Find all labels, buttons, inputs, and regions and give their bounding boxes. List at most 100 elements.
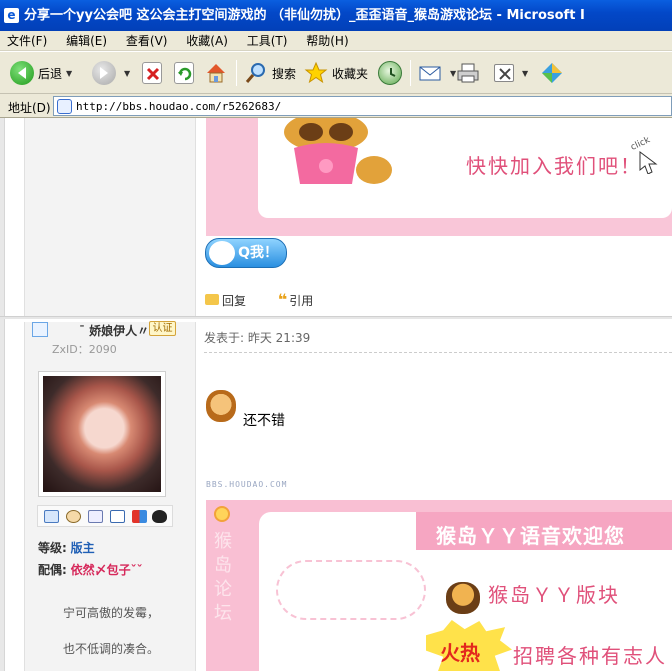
toolbar-separator (236, 60, 237, 86)
qq-penguin-icon (209, 241, 235, 265)
menu-favorites[interactable]: 收藏(A) (179, 31, 236, 51)
printer-icon (456, 61, 480, 85)
reply-icon (205, 294, 219, 305)
page-content: 快快加入我们吧！ click Q我！ 回复 ❝ 引用 ¯ 娇娘伊人〃 认证 ZxI… (0, 118, 672, 671)
mail-button[interactable]: ▼ (418, 58, 456, 88)
address-input[interactable]: http://bbs.houdao.com/r5262683/ (53, 96, 672, 116)
signature-line1: 宁可高傲的发霉， (63, 606, 160, 620)
add-friend-icon[interactable] (66, 510, 81, 523)
post2-zxid: ZxID：2090 (52, 343, 117, 356)
user-grade: 等级: 版主 (38, 539, 95, 556)
back-dropdown-icon[interactable]: ▼ (66, 69, 72, 78)
history-button[interactable] (378, 58, 406, 88)
edit-button[interactable]: ▼ (494, 58, 528, 88)
menu-edit[interactable]: 编辑(E) (59, 31, 115, 51)
toolbar: 后退 ▼ ▼ 搜索 收藏夹 ▼ ▼ (0, 52, 672, 94)
history-icon (378, 61, 402, 85)
home-button[interactable] (204, 58, 232, 88)
favorites-button[interactable]: 收藏夹 (304, 58, 368, 88)
stop-button[interactable] (142, 58, 166, 88)
ie-icon: e (4, 8, 19, 23)
search-button[interactable]: 搜索 (244, 58, 296, 88)
banner-recruit-text: 招聘各种有志人 (513, 644, 667, 668)
banner-title: 猴岛ＹＹ语音欢迎您 (436, 524, 625, 548)
raccoon-mascot-icon (284, 118, 392, 184)
post-divider (0, 316, 672, 319)
reply-link[interactable]: 回复 (205, 294, 260, 308)
forward-dropdown-icon[interactable]: ▼ (124, 69, 130, 78)
view-posts-icon[interactable] (88, 510, 103, 523)
qq-contact-button[interactable]: Q我！ (205, 238, 287, 268)
user-contact-icons (37, 505, 173, 527)
image-watermark: BBS.HOUDAO.COM (206, 480, 288, 489)
monkey-emoticon-icon (206, 390, 236, 422)
spouse-value[interactable]: 依然〆包子ˇˇ (71, 563, 143, 577)
banner-subtitle: 猴岛ＹＹ版块 (488, 583, 620, 607)
apps-icon[interactable] (132, 510, 147, 523)
stop-icon (142, 62, 162, 84)
window-title-bar: e 分享一个yy公会吧 这公会主打空间游戏的 （非仙勿扰）_歪歪语音_猴岛游戏论… (0, 0, 672, 31)
spouse-label: 配偶: (38, 563, 67, 577)
post1-banner-image: 快快加入我们吧！ click (206, 118, 672, 236)
click-text: click (629, 135, 652, 153)
qq-icon[interactable] (152, 510, 167, 523)
search-label: 搜索 (272, 66, 297, 81)
menu-file[interactable]: 文件(F) (0, 31, 55, 51)
back-button[interactable]: 后退 ▼ (10, 58, 72, 88)
edit-icon (494, 64, 514, 82)
banner-side-text: 猴岛论坛 (214, 531, 232, 624)
back-arrow-icon (10, 61, 34, 85)
address-label: 地址(D) (8, 101, 51, 115)
page-icon (57, 99, 72, 114)
toolbar-separator (410, 60, 411, 86)
window-title: 分享一个yy公会吧 这公会主打空间游戏的 （非仙勿扰）_歪歪语音_猴岛游戏论坛 … (24, 8, 585, 23)
message-icon[interactable] (44, 510, 59, 523)
address-bar: 地址(D) http://bbs.houdao.com/r5262683/ (0, 94, 672, 118)
quote-label: 引用 (289, 294, 314, 308)
home-icon (204, 61, 228, 85)
forward-button[interactable]: ▼ (92, 58, 130, 88)
grade-value: 版主 (70, 541, 95, 555)
messenger-icon (540, 61, 564, 85)
address-url: http://bbs.houdao.com/r5262683/ (76, 100, 282, 113)
profile-icon[interactable] (110, 510, 125, 523)
menu-view[interactable]: 查看(V) (119, 31, 176, 51)
click-cursor-icon: click (629, 135, 658, 174)
post2-banner-image: 猴岛论坛 猴岛ＹＹ语音欢迎您 猴岛ＹＹ版块 火热 招聘各种有志人 (206, 500, 672, 671)
menu-bar: 文件(F) 编辑(E) 查看(V) 收藏(A) 工具(T) 帮助(H) (0, 31, 672, 51)
verified-badge: 认证 (149, 321, 176, 336)
avatar[interactable] (38, 371, 166, 497)
post-header-rule (204, 352, 672, 353)
post2-username[interactable]: ¯ 娇娘伊人〃 (79, 322, 149, 339)
qq-button-label: Q我！ (238, 245, 278, 261)
menu-help[interactable]: 帮助(H) (299, 31, 356, 51)
scroll-edge (0, 118, 5, 671)
sun-icon (214, 506, 230, 522)
quote-icon: ❝ (277, 290, 288, 309)
print-button[interactable] (456, 58, 484, 88)
post1-banner-text: 快快加入我们吧！ (466, 154, 642, 178)
post2-timestamp: 发表于: 昨天 21:39 (204, 331, 311, 345)
mail-icon (418, 61, 442, 85)
cloud-decoration (276, 560, 426, 620)
back-label: 后退 (38, 66, 63, 81)
post2-content: 还不错 (243, 413, 285, 429)
search-icon (244, 61, 268, 85)
messenger-button[interactable] (540, 58, 568, 88)
forward-arrow-icon (92, 61, 116, 85)
grade-label: 等级: (38, 541, 67, 555)
signature-line2: 也不低调的凑合。 (63, 642, 160, 656)
hot-label: 火热 (440, 641, 480, 665)
raccoon-mascot-icon (446, 582, 480, 614)
menu-tools[interactable]: 工具(T) (240, 31, 296, 51)
quote-link[interactable]: ❝ 引用 (278, 290, 327, 309)
user-icon (32, 322, 48, 337)
star-icon (304, 61, 328, 85)
user-spouse: 配偶: 依然〆包子ˇˇ (38, 561, 143, 578)
favorites-label: 收藏夹 (332, 66, 369, 81)
reply-label: 回复 (222, 294, 247, 308)
post1-sidebar (24, 118, 196, 318)
edit-dropdown-icon[interactable]: ▼ (522, 69, 528, 78)
refresh-button[interactable] (174, 58, 198, 88)
post1-actions: 回复 ❝ 引用 (205, 290, 341, 309)
